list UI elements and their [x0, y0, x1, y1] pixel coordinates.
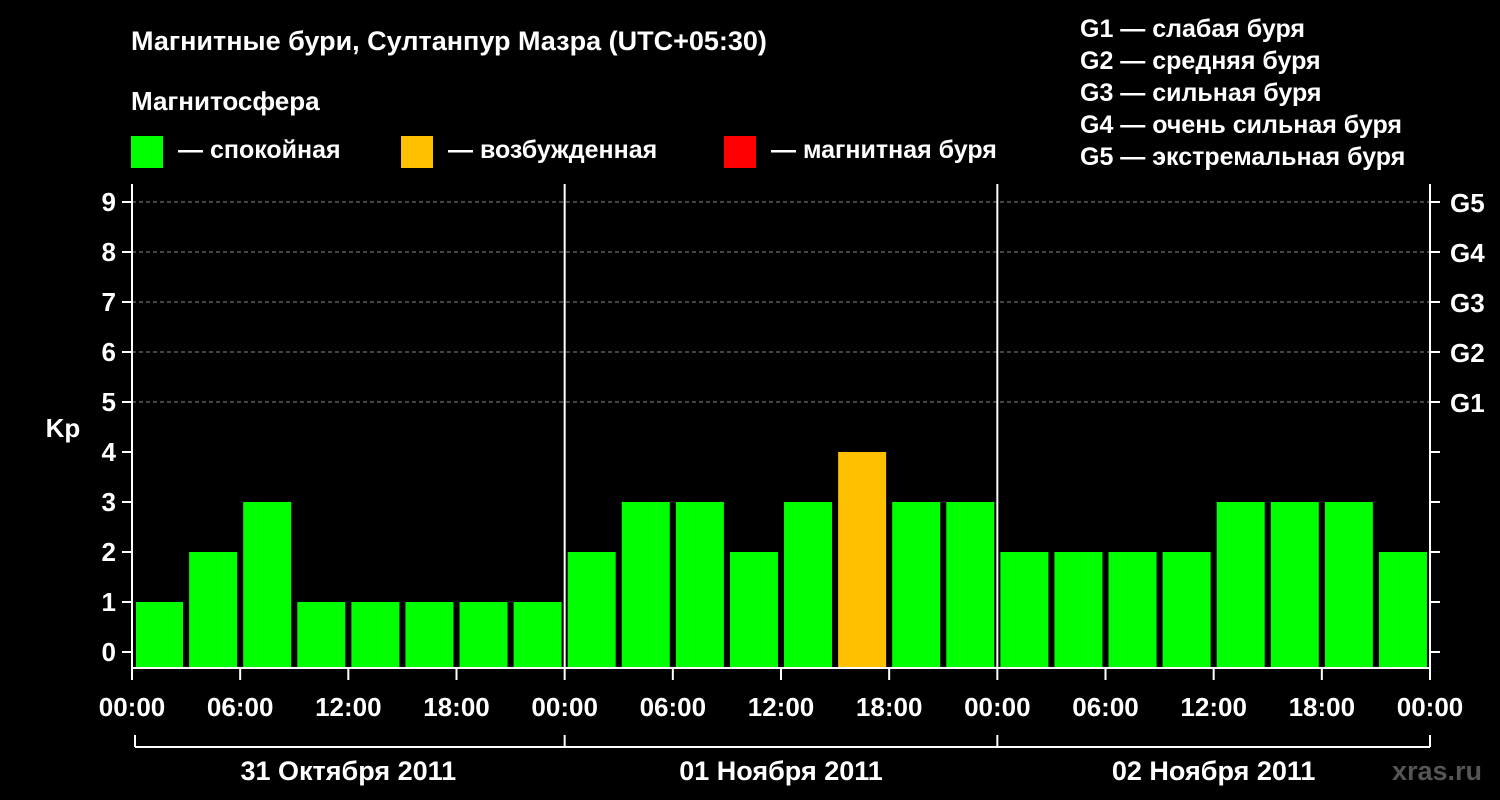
- x-tick-label: 12:00: [748, 692, 815, 722]
- g-legend-1: G1 — слабая буря: [1080, 15, 1305, 43]
- kp-bar: [136, 602, 184, 668]
- y-tick-label: 4: [102, 437, 117, 467]
- y-tick-label: 6: [102, 337, 116, 367]
- legend-label-quiet: — спокойная: [178, 136, 341, 164]
- kp-bar: [1054, 552, 1103, 668]
- kp-bar: [1378, 552, 1427, 668]
- kp-bar: [1162, 552, 1211, 668]
- x-tick-label: 00:00: [531, 692, 598, 722]
- kp-bar: [1000, 552, 1049, 668]
- g-legend-3: G3 — сильная буря: [1080, 79, 1322, 107]
- x-tick-label: 12:00: [1180, 692, 1247, 722]
- kp-bar: [405, 602, 454, 668]
- x-tick-label: 00:00: [99, 692, 166, 722]
- day-labels: 31 Октября 2011 01 Ноября 2011 02 Ноября 2…: [134, 735, 1431, 786]
- x-tick-label: 06:00: [1072, 692, 1139, 722]
- kp-bar: [459, 602, 508, 668]
- kp-bar: [729, 552, 778, 668]
- legend-label-storm: — магнитная буря: [771, 136, 997, 164]
- g-level-label: G1: [1450, 388, 1485, 418]
- legend-swatch-quiet: [131, 136, 163, 168]
- kp-bar: [621, 502, 670, 668]
- y-tick-label: 7: [102, 287, 116, 317]
- kp-bar: [189, 552, 238, 668]
- kp-bar: [1270, 502, 1319, 668]
- g-legend-5: G5 — экстремальная буря: [1080, 143, 1405, 171]
- y-tick-label: 0: [102, 637, 116, 667]
- kp-bar: [1108, 552, 1157, 668]
- y-axis-label: Kp: [46, 413, 81, 443]
- x-tick-label: 12:00: [315, 692, 382, 722]
- g-legend-4: G4 — очень сильная буря: [1080, 111, 1402, 139]
- x-tick-label: 06:00: [640, 692, 707, 722]
- kp-bar: [838, 452, 887, 668]
- legend-label-active: — возбужденная: [448, 136, 657, 164]
- kp-chart: Магнитные бури, Султанпур Мазра (UTC+05:…: [46, 15, 1486, 786]
- y-tick-label: 3: [102, 487, 116, 517]
- status-legend: — спокойная — возбужденная — магнитная б…: [131, 136, 997, 168]
- watermark: xras.ru: [1392, 756, 1482, 786]
- kp-bar: [567, 552, 616, 668]
- kp-bar: [297, 602, 346, 668]
- y-ticks: 0 1 2 3 4 5 6 7 8 9: [102, 187, 132, 667]
- x-tick-label: 18:00: [856, 692, 923, 722]
- legend-swatch-active: [401, 136, 433, 168]
- day-label: 01 Ноября 2011: [679, 756, 883, 786]
- chart-title: Магнитные бури, Султанпур Мазра (UTC+05:…: [131, 26, 767, 56]
- x-tick-label: 18:00: [423, 692, 490, 722]
- g-level-label: G2: [1450, 338, 1485, 368]
- kp-bar: [784, 502, 833, 668]
- kp-bar: [243, 502, 292, 668]
- kp-bar: [513, 602, 562, 668]
- kp-bar: [892, 502, 941, 668]
- g-level-label: G5: [1450, 188, 1485, 218]
- y-tick-label: 9: [102, 187, 116, 217]
- y-tick-label: 5: [102, 387, 116, 417]
- x-ticks: 00:00 06:00 12:00 18:00 00:00 06:00 12:00 18:00…: [99, 668, 1464, 722]
- g-level-label: G4: [1450, 238, 1485, 268]
- day-label: 31 Октября 2011: [240, 756, 456, 786]
- chart-subtitle: Магнитосфера: [131, 86, 320, 116]
- g-level-label: G3: [1450, 288, 1485, 318]
- kp-bar: [946, 502, 995, 668]
- y-tick-label: 8: [102, 237, 116, 267]
- g-legend-2: G2 — средняя буря: [1080, 47, 1321, 75]
- x-tick-label: 18:00: [1289, 692, 1356, 722]
- bars: [136, 452, 1427, 668]
- right-ticks: G1 G2 G3 G4 G5: [1430, 188, 1485, 653]
- kp-bar: [1324, 502, 1373, 668]
- y-tick-label: 1: [102, 587, 116, 617]
- kp-bar: [1216, 502, 1265, 668]
- x-tick-label: 00:00: [1397, 692, 1464, 722]
- y-tick-label: 2: [102, 537, 116, 567]
- x-tick-label: 00:00: [964, 692, 1031, 722]
- kp-bar: [351, 602, 400, 668]
- day-label: 02 Ноября 2011: [1112, 756, 1316, 786]
- grid-lines: [132, 201, 1430, 403]
- legend-swatch-storm: [724, 136, 756, 168]
- g-scale-legend: G1 — слабая буря G2 — средняя буря G3 — …: [1080, 15, 1405, 171]
- x-tick-label: 06:00: [207, 692, 274, 722]
- kp-bar: [675, 502, 724, 668]
